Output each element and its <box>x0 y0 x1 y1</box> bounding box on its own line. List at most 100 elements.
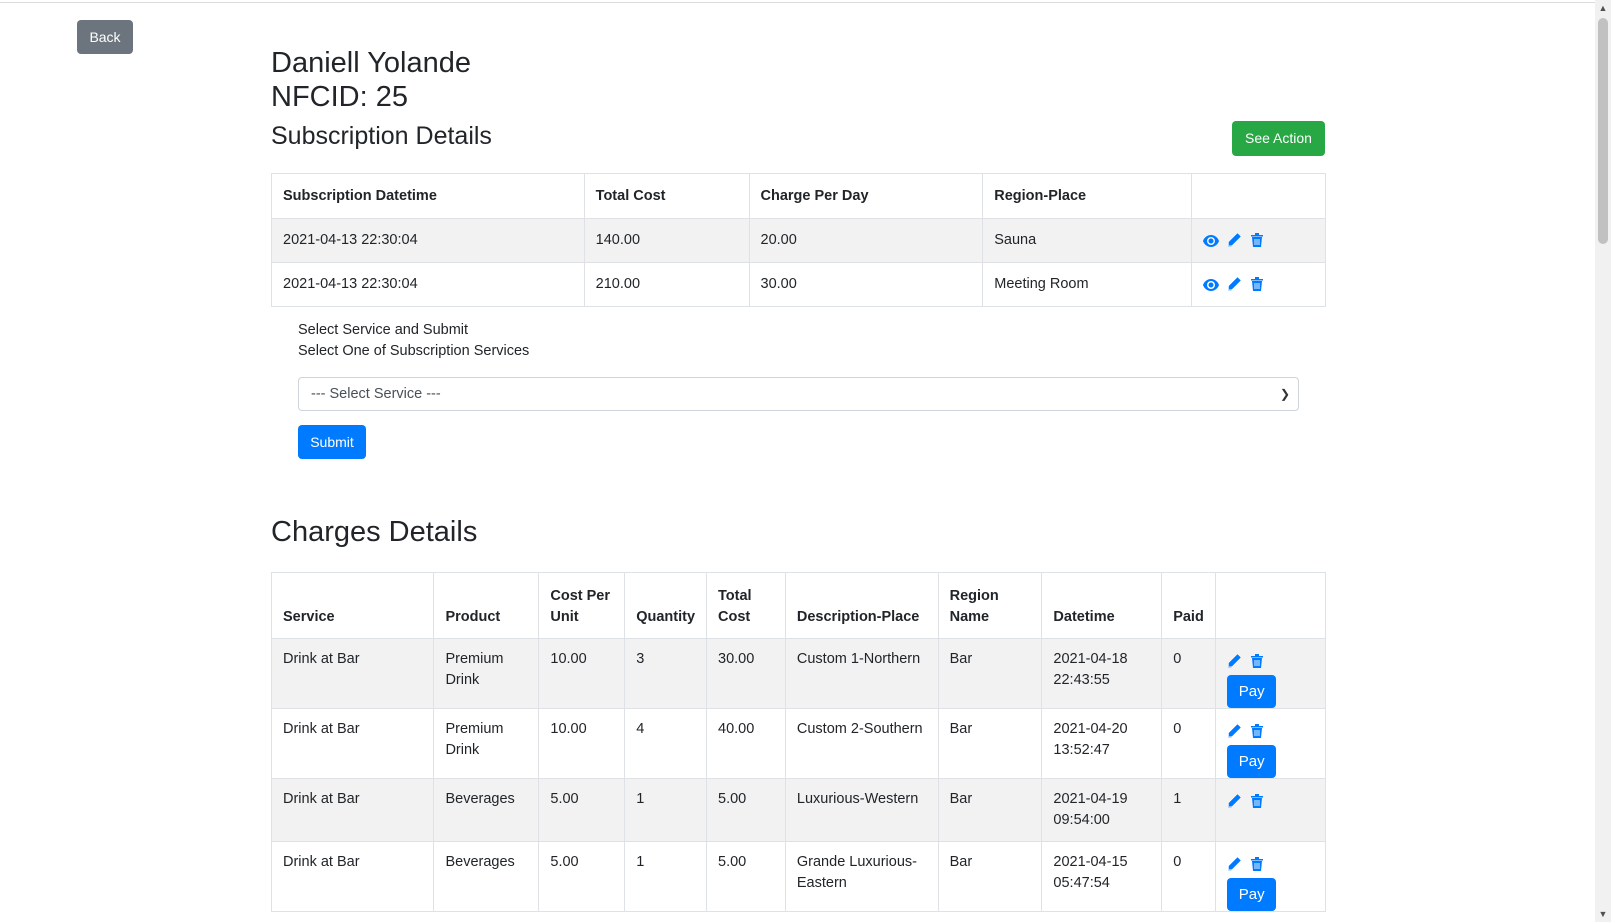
charge-actions: Pay <box>1215 841 1326 912</box>
charge-paid: 1 <box>1161 778 1217 842</box>
charge-service: Drink at Bar <box>270 638 435 709</box>
subscription-region-place: Meeting Room <box>982 262 1193 307</box>
see-action-button[interactable]: See Action <box>1232 121 1325 156</box>
page-scrollbar[interactable]: ▲ ▼ <box>1595 0 1611 922</box>
charges-header-row: Service Product Cost Per Unit Quantity T… <box>270 572 1326 639</box>
eye-icon[interactable] <box>1203 233 1220 248</box>
charge-quantity: 3 <box>624 638 708 709</box>
col-actions <box>1191 173 1326 219</box>
back-button[interactable]: Back <box>77 20 133 54</box>
pencil-icon[interactable] <box>1227 233 1243 247</box>
col-description-place: Description-Place <box>784 572 939 639</box>
charges-table: Service Product Cost Per Unit Quantity T… <box>270 572 1326 912</box>
charge-row: Drink at Bar Beverages 5.00 1 5.00 Luxurious-… <box>270 778 1326 842</box>
charge-total-cost: 5.00 <box>706 778 786 842</box>
trash-icon[interactable] <box>1251 233 1267 248</box>
trash-icon[interactable] <box>1251 277 1267 292</box>
col-product: Product <box>433 572 540 639</box>
charge-row: Drink at Bar Premium Drink 10.00 4 40.00 Cust… <box>270 708 1326 779</box>
subscription-header-row: Subscription Datetime Total Cost Charge … <box>271 173 1326 219</box>
scrollbar-thumb[interactable] <box>1598 18 1608 244</box>
charge-service: Drink at Bar <box>270 778 435 842</box>
pencil-icon[interactable] <box>1227 277 1243 291</box>
charge-datetime: 2021-04-19 09:54:00 <box>1041 778 1163 842</box>
charge-region-name: Bar <box>937 778 1043 842</box>
subscription-charge-per-day: 20.00 <box>748 218 984 263</box>
charge-cost-per-unit: 10.00 <box>538 638 626 709</box>
pencil-icon[interactable] <box>1227 724 1243 738</box>
charge-actions: Pay <box>1215 638 1326 709</box>
service-select-label: Select One of Subscription Services <box>298 343 530 359</box>
subscription-total-cost: 140.00 <box>583 218 750 263</box>
charge-paid: 0 <box>1161 638 1217 709</box>
col-charge-per-day: Charge Per Day <box>748 173 984 219</box>
charge-paid: 0 <box>1161 708 1217 779</box>
subscription-region-place: Sauna <box>982 218 1193 263</box>
col-actions <box>1215 572 1326 639</box>
service-form-heading: Select Service and Submit <box>298 322 469 338</box>
col-subscription-datetime: Subscription Datetime <box>271 173 585 219</box>
service-select[interactable]: --- Select Service --- ❯ <box>298 377 1299 411</box>
charge-product: Beverages <box>433 778 540 842</box>
pencil-icon[interactable] <box>1227 794 1243 808</box>
charge-region-name: Bar <box>937 708 1043 779</box>
browser-top-border <box>0 0 1595 3</box>
submit-button[interactable]: Submit <box>298 425 366 459</box>
subscription-actions <box>1191 218 1326 263</box>
pay-button[interactable]: Pay <box>1227 878 1277 911</box>
charge-service: Drink at Bar <box>270 708 435 779</box>
subscription-total-cost: 210.00 <box>583 262 750 307</box>
charge-service: Drink at Bar <box>270 841 435 912</box>
charge-description-place: Grande Luxurious-Eastern <box>784 841 939 912</box>
eye-icon[interactable] <box>1203 277 1220 292</box>
charge-product: Premium Drink <box>433 708 540 779</box>
customer-nfcid: NFCID: 25 <box>271 81 408 113</box>
subscription-row: 2021-04-13 22:30:04 210.00 30.00 Meeting Ro… <box>271 262 1326 307</box>
charge-total-cost: 30.00 <box>706 638 786 709</box>
charge-quantity: 1 <box>624 778 708 842</box>
charge-region-name: Bar <box>937 638 1043 709</box>
pencil-icon[interactable] <box>1227 654 1243 668</box>
charge-product: Premium Drink <box>433 638 540 709</box>
pay-button[interactable]: Pay <box>1227 745 1277 778</box>
charge-total-cost: 5.00 <box>706 841 786 912</box>
charge-row: Drink at Bar Beverages 5.00 1 5.00 Grande Lux… <box>270 841 1326 912</box>
charge-datetime: 2021-04-18 22:43:55 <box>1041 638 1163 709</box>
col-quantity: Quantity <box>624 572 708 639</box>
trash-icon[interactable] <box>1251 857 1267 872</box>
trash-icon[interactable] <box>1251 794 1267 809</box>
trash-icon[interactable] <box>1251 654 1267 669</box>
charge-quantity: 1 <box>624 841 708 912</box>
scroll-down-arrow-icon[interactable]: ▼ <box>1595 906 1611 922</box>
charge-quantity: 4 <box>624 708 708 779</box>
col-total-cost: Total Cost <box>583 173 750 219</box>
customer-name: Daniell Yolande <box>271 47 471 79</box>
subscription-row: 2021-04-13 22:30:04 140.00 20.00 Sauna <box>271 218 1326 263</box>
subscription-datetime: 2021-04-13 22:30:04 <box>271 262 585 307</box>
charge-cost-per-unit: 10.00 <box>538 708 626 779</box>
trash-icon[interactable] <box>1251 724 1267 739</box>
col-total-cost: Total Cost <box>706 572 786 639</box>
charge-description-place: Luxurious-Western <box>784 778 939 842</box>
charge-datetime: 2021-04-20 13:52:47 <box>1041 708 1163 779</box>
col-cost-per-unit: Cost Per Unit <box>538 572 626 639</box>
charge-row: Drink at Bar Premium Drink 10.00 3 30.00 Cust… <box>270 638 1326 709</box>
charge-paid: 0 <box>1161 841 1217 912</box>
charge-cost-per-unit: 5.00 <box>538 778 626 842</box>
col-region-name: Region Name <box>937 572 1043 639</box>
charge-product: Beverages <box>433 841 540 912</box>
pencil-icon[interactable] <box>1227 857 1243 871</box>
subscription-details-title: Subscription Details <box>271 122 492 150</box>
service-select-value: --- Select Service --- <box>311 386 441 402</box>
col-datetime: Datetime <box>1041 572 1163 639</box>
charge-cost-per-unit: 5.00 <box>538 841 626 912</box>
charge-region-name: Bar <box>937 841 1043 912</box>
charge-description-place: Custom 2-Southern <box>784 708 939 779</box>
subscription-datetime: 2021-04-13 22:30:04 <box>271 218 585 263</box>
charge-actions <box>1215 778 1326 842</box>
pay-button[interactable]: Pay <box>1227 675 1277 708</box>
col-region-place: Region-Place <box>982 173 1193 219</box>
scroll-up-arrow-icon[interactable]: ▲ <box>1595 0 1611 16</box>
charge-description-place: Custom 1-Northern <box>784 638 939 709</box>
charge-datetime: 2021-04-15 05:47:54 <box>1041 841 1163 912</box>
